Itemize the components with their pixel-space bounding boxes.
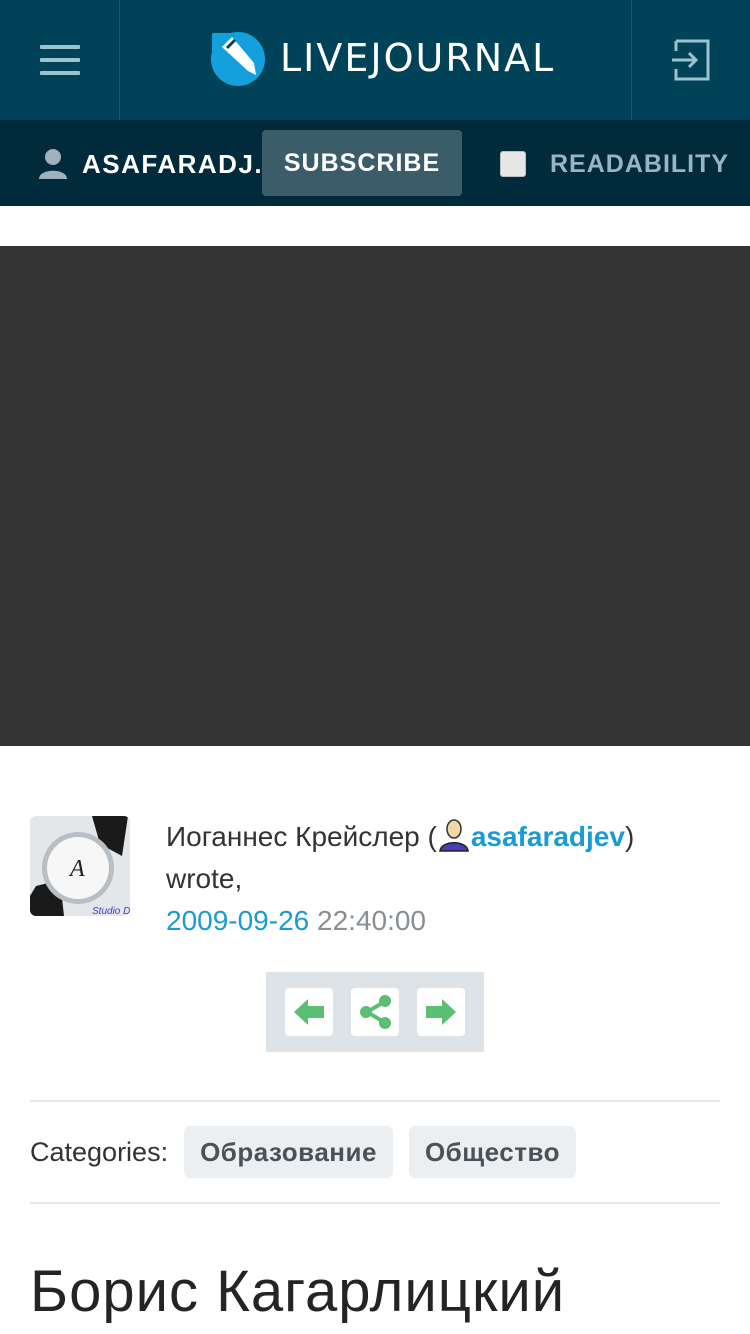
author-username-link[interactable]: asafaradjev	[471, 821, 625, 852]
watch-avatar-image: A Studio DIA	[30, 816, 130, 916]
userinfo-icon[interactable]	[437, 818, 471, 852]
journal-owner-name: ASAFARADJ...	[82, 148, 262, 179]
share-button[interactable]	[351, 988, 399, 1036]
divider-top	[30, 1100, 720, 1102]
livejournal-logo-icon	[211, 32, 265, 86]
next-post-button[interactable]	[417, 988, 465, 1036]
journal-owner[interactable]: ASAFARADJ...	[38, 148, 262, 180]
hamburger-menu-icon	[39, 36, 80, 84]
author-close-paren: )	[624, 821, 635, 852]
top-bar: LIVEJOURNAL	[0, 0, 750, 120]
arrow-left-icon	[294, 999, 324, 1025]
post-title: Борис Кагарлицкий	[30, 1259, 566, 1324]
previous-post-button[interactable]	[285, 988, 333, 1036]
livejournal-logo[interactable]: LIVEJOURNAL	[208, 28, 555, 88]
user-icon	[39, 149, 67, 179]
post-categories: Categories: Образование Общество	[30, 1126, 592, 1178]
journal-toolbar: ASAFARADJ... SUBSCRIBE READABILITY	[0, 120, 750, 206]
post-time: 22:40:00	[309, 905, 427, 936]
svg-text:A: A	[68, 856, 85, 882]
author-line: Иоганнес Крейслер ( asafaradjev)	[166, 816, 726, 858]
menu-button[interactable]	[0, 0, 120, 120]
wrote-text: wrote,	[166, 863, 243, 894]
author-avatar[interactable]: A Studio DIA	[30, 816, 130, 916]
subscribe-button[interactable]: SUBSCRIBE	[262, 130, 462, 196]
banner-placeholder	[0, 246, 750, 746]
divider-bottom	[30, 1202, 720, 1204]
post-author-block: Иоганнес Крейслер ( asafaradjev) wrote, …	[166, 816, 726, 942]
logo-text: LIVEJOURNAL	[280, 36, 556, 80]
post-navigation	[266, 972, 484, 1052]
post-datetime: 2009-09-26 22:40:00	[166, 900, 726, 942]
category-tag[interactable]: Общество	[408, 1126, 576, 1178]
readability-toggle[interactable]: READABILITY	[500, 146, 729, 182]
share-icon	[360, 995, 391, 1029]
post-date-link[interactable]: 2009-09-26	[166, 905, 309, 936]
readability-label: READABILITY	[550, 149, 730, 178]
author-name: Иоганнес Крейслер (	[166, 821, 437, 852]
category-tag[interactable]: Образование	[184, 1126, 393, 1178]
readability-checkbox[interactable]	[500, 151, 526, 177]
categories-label: Categories:	[30, 1136, 169, 1167]
login-icon	[672, 39, 710, 81]
arrow-right-icon	[426, 999, 456, 1025]
login-button[interactable]	[631, 0, 750, 120]
svg-text:Studio DIA: Studio DIA	[92, 906, 130, 916]
